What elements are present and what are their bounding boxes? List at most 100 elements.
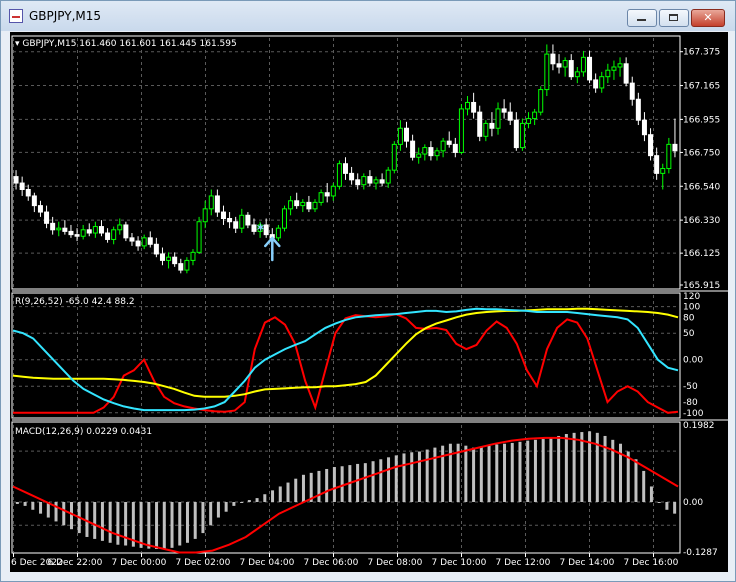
macd-histogram-bar xyxy=(657,502,661,504)
candle-body xyxy=(245,214,251,226)
candle-body xyxy=(373,179,379,184)
macd-histogram-bar xyxy=(15,502,19,504)
time-axis-label: 7 Dec 04:00 xyxy=(240,558,295,568)
close-icon: ✕ xyxy=(703,11,713,24)
macd-histogram-bar xyxy=(162,502,166,550)
macd-histogram-bar xyxy=(139,502,143,548)
candle-body xyxy=(635,98,641,121)
candle-body xyxy=(25,188,31,197)
macd-histogram-bar xyxy=(39,502,43,514)
macd-axis-label: -0.1287 xyxy=(683,548,718,558)
candle-body xyxy=(68,230,74,236)
macd-histogram-bar xyxy=(433,447,437,503)
candle-body xyxy=(80,229,86,237)
macd-histogram-bar xyxy=(634,459,638,503)
candle-body xyxy=(208,195,214,210)
candle-body xyxy=(629,82,635,100)
minimize-button[interactable] xyxy=(627,9,657,27)
candle-body xyxy=(86,229,92,234)
macd-histogram-bar xyxy=(255,498,259,503)
osc-axis-label: 100 xyxy=(683,303,700,313)
candle-body xyxy=(141,237,147,247)
chart-canvas[interactable]: ✶ 167.375 167.165 166.955 166.750 166.540 166… xyxy=(10,32,728,572)
candle-body xyxy=(184,259,190,271)
macd-histogram-bar xyxy=(286,482,290,503)
macd-histogram-bar xyxy=(472,447,476,503)
time-axis-label: 7 Dec 16:00 xyxy=(624,558,679,568)
macd-histogram-bar xyxy=(649,486,653,503)
maximize-icon xyxy=(669,14,678,21)
candle-body xyxy=(233,221,239,229)
candle-body xyxy=(13,176,19,184)
macd-histogram-bar xyxy=(394,455,398,503)
maximize-button[interactable] xyxy=(659,9,689,27)
macd-histogram-bar xyxy=(387,457,391,503)
macd-histogram-bar xyxy=(503,443,507,503)
price-axis-label: 166.540 xyxy=(683,182,720,192)
price-panel-header: ▾ GBPJPY,M15 161.460 161.601 161.445 161… xyxy=(15,39,237,49)
candle-body xyxy=(196,221,202,253)
candle-body xyxy=(44,211,50,224)
macd-histogram-bar xyxy=(209,502,213,526)
candle-body xyxy=(74,234,80,237)
candle-body xyxy=(617,63,623,68)
macd-histogram-bar xyxy=(69,502,73,530)
macd-histogram-bar xyxy=(278,486,282,503)
price-axis-label: 166.125 xyxy=(683,249,720,259)
candle-body xyxy=(202,208,208,223)
candle-body xyxy=(343,163,348,174)
time-axis-label: 7 Dec 14:00 xyxy=(560,558,615,568)
candle-body xyxy=(568,60,574,78)
candle-body xyxy=(410,140,416,158)
candle-body xyxy=(220,211,226,220)
candle-body xyxy=(397,127,403,145)
candle-body xyxy=(98,226,104,234)
macd-histogram-bar xyxy=(572,432,576,503)
candle-body xyxy=(105,232,111,240)
macd-histogram-bar xyxy=(147,502,151,549)
candle-body xyxy=(574,71,580,78)
macd-histogram-bar xyxy=(271,490,275,503)
macd-axis-label: 0.00 xyxy=(683,498,703,508)
macd-histogram-bar xyxy=(665,502,669,510)
macd-histogram-bar xyxy=(155,502,159,550)
candle-body xyxy=(190,251,196,261)
candle-body xyxy=(562,60,568,68)
candle-body xyxy=(306,201,312,210)
macd-histogram-bar xyxy=(62,502,66,526)
candle-body xyxy=(544,53,550,91)
candle-body xyxy=(19,182,25,190)
title-bar[interactable]: GBPJPY,M15 ✕ xyxy=(1,1,735,31)
macd-histogram-bar xyxy=(487,445,491,503)
macd-histogram-bar xyxy=(100,502,104,541)
candle-body xyxy=(361,176,367,186)
macd-panel-label: MACD(12,26,9) 0.0229 0.0431 xyxy=(15,427,152,437)
candle-body xyxy=(336,163,342,187)
osc-axis-label: 80 xyxy=(683,313,695,323)
macd-histogram-bar xyxy=(557,435,561,503)
chart-window: GBPJPY,M15 ✕ ✶ 167.375 167.165 166.955 166.… xyxy=(0,0,736,582)
candle-body xyxy=(654,155,660,174)
macd-histogram-bar xyxy=(510,442,514,503)
macd-histogram-bar xyxy=(363,463,367,503)
candle-body xyxy=(513,119,519,149)
candle-body xyxy=(62,227,68,232)
candle-body xyxy=(281,208,287,229)
candle-body xyxy=(416,153,422,158)
close-button[interactable]: ✕ xyxy=(691,9,725,27)
macd-histogram-bar xyxy=(642,470,646,503)
macd-histogram-bar xyxy=(317,470,321,503)
macd-histogram-bar xyxy=(379,459,383,503)
macd-histogram-bar xyxy=(495,444,499,503)
macd-histogram-bar xyxy=(201,502,205,534)
candle-body xyxy=(648,134,654,157)
candle-body xyxy=(483,122,489,137)
chart-client-area[interactable]: ✶ 167.375 167.165 166.955 166.750 166.540 166… xyxy=(10,32,728,572)
macd-histogram-bar xyxy=(232,502,236,506)
price-axis-label: 166.955 xyxy=(683,115,720,125)
osc-panel-label: R(9,26,52) -65.0 42.4 88.2 xyxy=(15,297,135,307)
candle-body xyxy=(111,229,117,240)
osc-axis-label: 0.00 xyxy=(683,356,703,366)
macd-histogram-bar xyxy=(533,439,537,503)
candle-body xyxy=(123,224,129,239)
